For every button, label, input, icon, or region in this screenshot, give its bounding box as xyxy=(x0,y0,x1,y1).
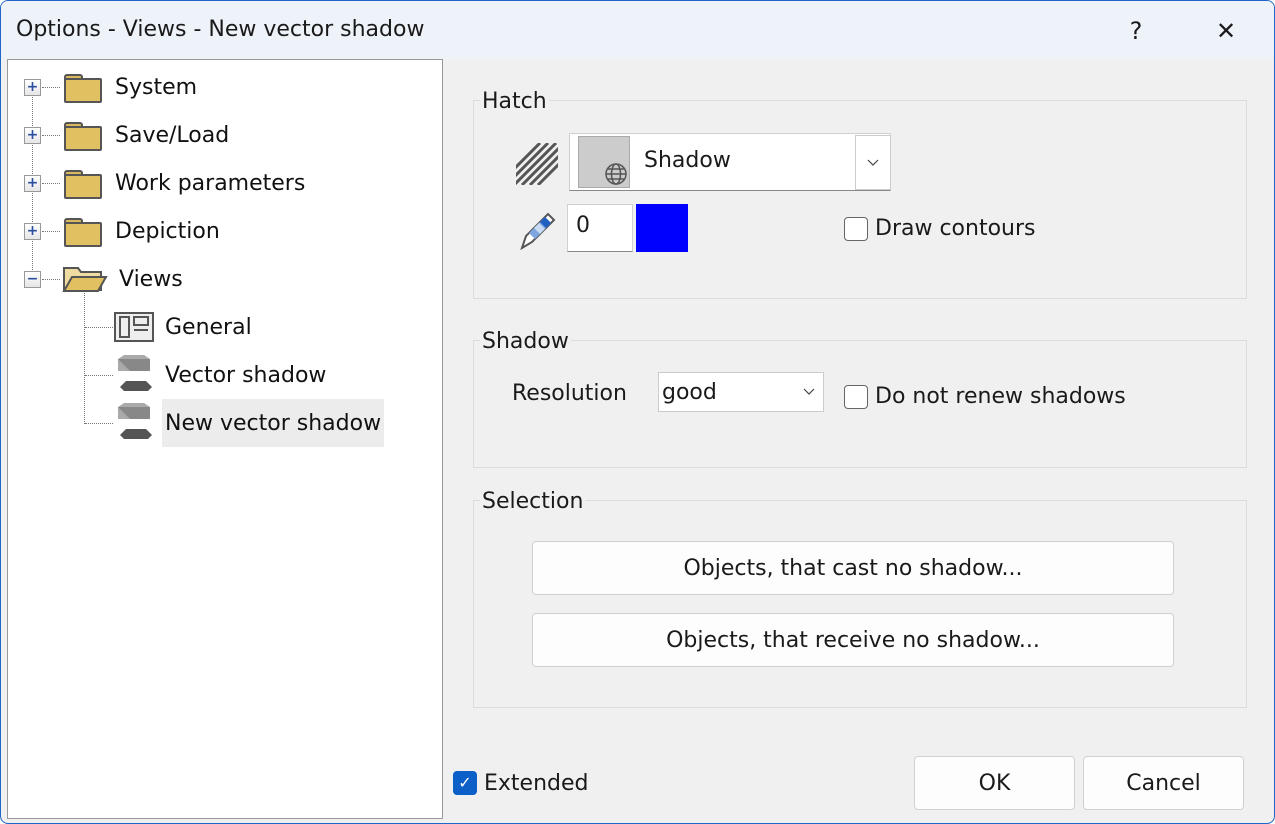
tree-item-new-vector-shadow[interactable]: New vector shadow xyxy=(116,399,385,447)
tree-line xyxy=(42,87,60,88)
tree-item-depiction[interactable]: Depiction xyxy=(64,214,223,248)
ok-button[interactable]: OK xyxy=(914,756,1075,810)
draw-contours-label: Draw contours xyxy=(875,216,1036,241)
expand-depiction-toggle[interactable]: + xyxy=(24,223,41,240)
cancel-button[interactable]: Cancel xyxy=(1083,756,1244,810)
tree-item-vector-shadow[interactable]: Vector shadow xyxy=(116,355,329,392)
expand-system-toggle[interactable]: + xyxy=(24,79,41,96)
chevron-down-icon xyxy=(803,388,815,395)
tree-item-label: System xyxy=(115,74,198,100)
pen-width-input[interactable]: 0 xyxy=(567,204,633,252)
resolution-label: Resolution xyxy=(512,381,627,406)
tree-line xyxy=(85,327,113,328)
hatch-color-swatch[interactable] xyxy=(636,204,688,252)
tree-item-label: General xyxy=(165,314,252,340)
help-button[interactable]: ? xyxy=(1113,11,1159,51)
title-bar: Options - Views - New vector shadow ? ✕ xyxy=(1,1,1274,59)
extended-checkbox[interactable]: ✓ xyxy=(453,771,477,795)
tree-line xyxy=(85,423,113,424)
options-dialog: Options - Views - New vector shadow ? ✕ … xyxy=(0,0,1275,824)
tree-item-system[interactable]: System xyxy=(64,70,200,104)
tree-item-views[interactable]: Views xyxy=(62,262,186,296)
folder-icon xyxy=(64,74,102,103)
selection-group-label: Selection xyxy=(480,489,586,514)
pen-width-value: 0 xyxy=(576,213,590,238)
folder-icon xyxy=(64,218,102,247)
do-not-renew-shadows-checkbox[interactable] xyxy=(844,385,868,409)
expand-saveload-toggle[interactable]: + xyxy=(24,127,41,144)
hatch-pattern-dropdown-button[interactable] xyxy=(855,135,891,190)
tree-item-work-parameters[interactable]: Work parameters xyxy=(64,166,308,200)
tree-line xyxy=(42,231,60,232)
resolution-value: good xyxy=(662,380,717,405)
tree-item-label: Save/Load xyxy=(115,122,230,148)
shadow-icon xyxy=(118,403,152,439)
window-title: Options - Views - New vector shadow xyxy=(16,17,425,42)
hatch-group xyxy=(473,100,1247,299)
objects-cast-no-shadow-button[interactable]: Objects, that cast no shadow... xyxy=(532,541,1174,595)
folder-icon xyxy=(64,122,102,151)
tree-item-general[interactable]: General xyxy=(114,310,255,344)
objects-receive-no-shadow-button[interactable]: Objects, that receive no shadow... xyxy=(532,613,1174,667)
shadow-icon xyxy=(118,355,152,391)
tree-line xyxy=(85,375,113,376)
draw-contours-checkbox[interactable] xyxy=(844,217,868,241)
hatch-pattern-icon xyxy=(516,143,558,185)
pen-icon xyxy=(520,212,556,250)
hatch-pattern-value: Shadow xyxy=(644,148,731,173)
tree-item-label: Work parameters xyxy=(115,170,306,196)
shadow-group-label: Shadow xyxy=(480,329,571,354)
selection-group xyxy=(473,500,1247,708)
pattern-preview xyxy=(578,136,630,188)
tree-item-label: Depiction xyxy=(115,218,220,244)
help-icon: ? xyxy=(1129,17,1143,45)
close-button[interactable]: ✕ xyxy=(1203,11,1249,51)
tree-item-label: Views xyxy=(119,266,183,292)
resolution-select[interactable]: good xyxy=(658,372,824,412)
hatch-pattern-combo[interactable]: Shadow xyxy=(569,133,891,191)
check-icon: ✓ xyxy=(458,773,472,792)
tree-line xyxy=(42,183,60,184)
extended-label: Extended xyxy=(484,771,589,796)
folder-icon xyxy=(64,170,102,199)
close-icon: ✕ xyxy=(1215,17,1237,45)
globe-icon xyxy=(605,163,627,185)
folder-open-icon xyxy=(62,267,108,292)
expand-work-parameters-toggle[interactable]: + xyxy=(24,175,41,192)
tree-line xyxy=(84,290,85,424)
tree-line xyxy=(42,279,60,280)
tree-line xyxy=(42,135,60,136)
tree-item-label: Vector shadow xyxy=(165,362,327,388)
chevron-down-icon xyxy=(867,159,879,166)
tree-item-saveload[interactable]: Save/Load xyxy=(64,118,232,152)
options-tree[interactable]: + System + Save/Load + Work parameters +… xyxy=(7,59,443,819)
layout-icon xyxy=(114,312,154,342)
do-not-renew-shadows-label: Do not renew shadows xyxy=(875,384,1126,409)
hatch-group-label: Hatch xyxy=(480,89,549,114)
tree-item-label: New vector shadow xyxy=(162,399,385,447)
collapse-views-toggle[interactable]: − xyxy=(24,271,41,288)
